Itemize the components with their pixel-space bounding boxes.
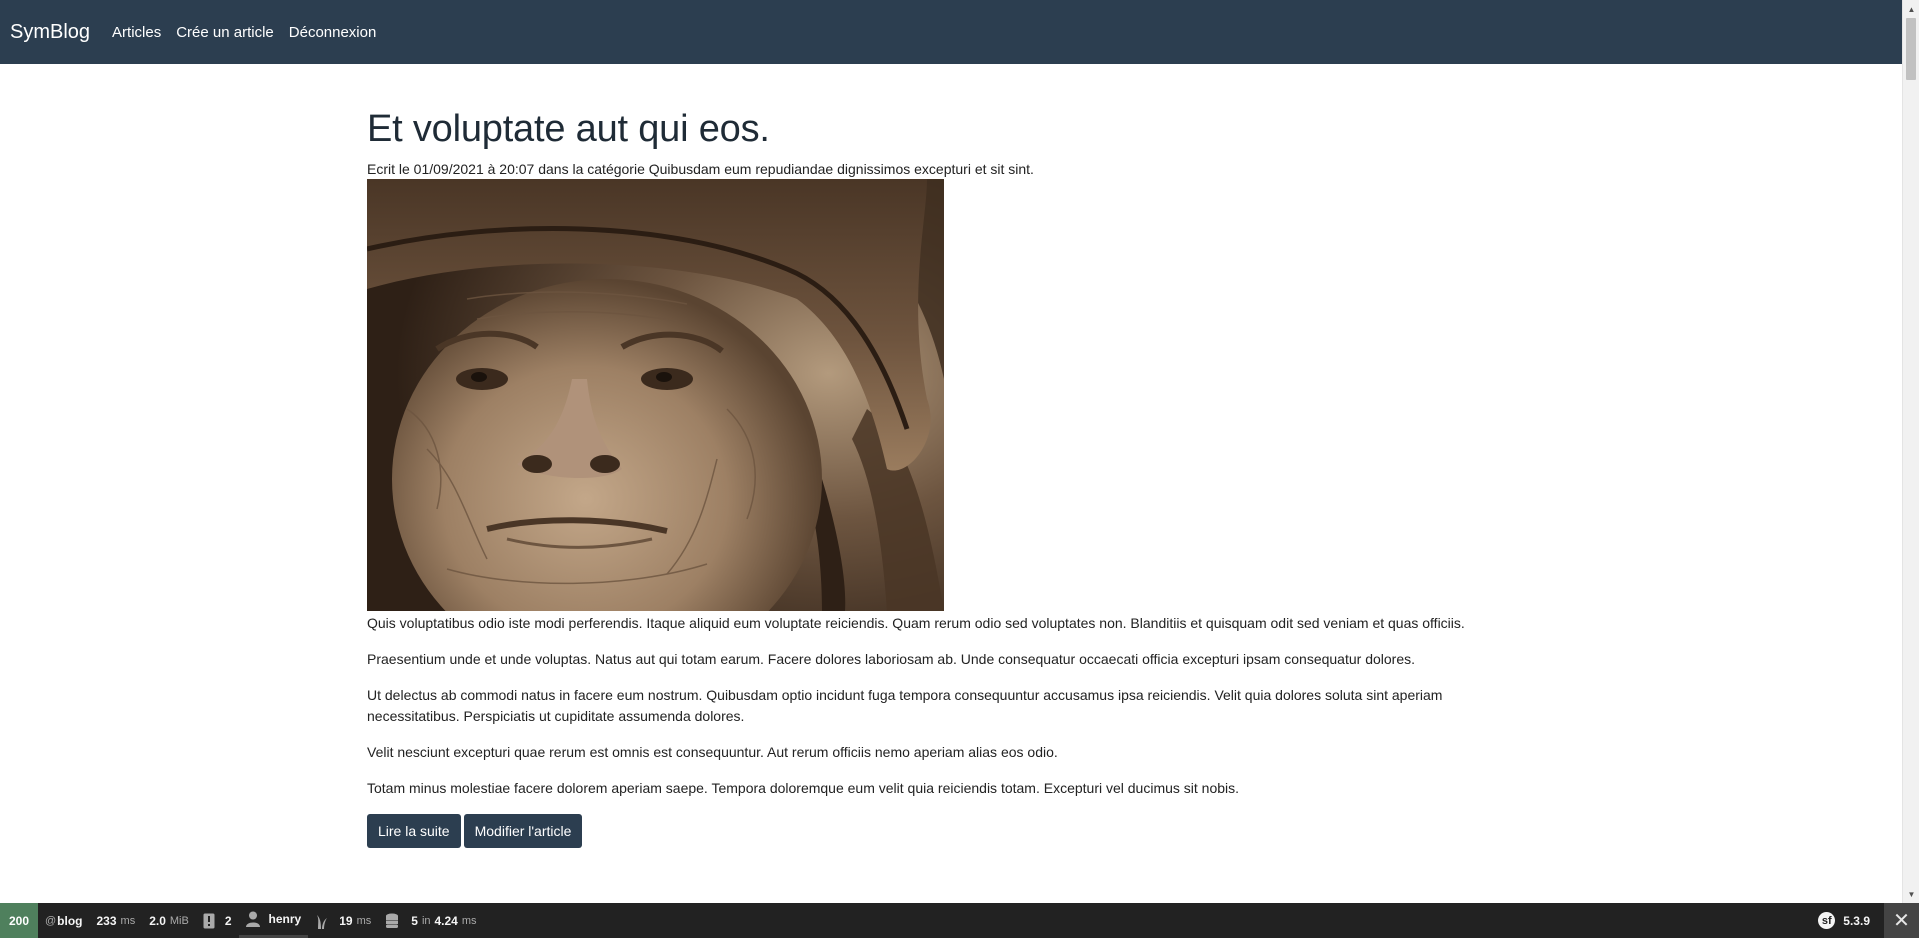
article-image <box>367 179 944 611</box>
memory-unit: MiB <box>169 914 189 927</box>
brand-link[interactable]: SymBlog <box>10 21 90 44</box>
edit-article-button[interactable]: Modifier l'article <box>463 814 583 848</box>
route-block[interactable]: @ blog <box>38 903 90 938</box>
debug-toolbar-right: sf 5.3.9 ✕ <box>1804 903 1919 938</box>
user-block[interactable]: henry <box>238 903 309 938</box>
time-block[interactable]: 233 ms <box>90 903 143 938</box>
symfony-version: 5.3.9 <box>1843 913 1870 928</box>
time-unit: ms <box>120 914 136 927</box>
db-time-unit: ms <box>461 914 477 927</box>
article-paragraph: Praesentium unde et unde voluptas. Natus… <box>367 651 1416 667</box>
route-prefix: @ <box>45 914 57 927</box>
close-icon[interactable]: ✕ <box>1884 903 1919 938</box>
logs-count: 2 <box>224 913 232 928</box>
memory-block[interactable]: 2.0 MiB <box>142 903 196 938</box>
user-name: henry <box>268 912 302 926</box>
symfony-version-block[interactable]: sf 5.3.9 <box>1804 912 1884 929</box>
logs-icon <box>203 913 215 929</box>
article-paragraph: Quis voluptatibus odio iste modi perfere… <box>367 615 1465 631</box>
database-block[interactable]: 5 in 4.24 ms <box>378 903 483 938</box>
article-title: Et voluptate aut qui eos. <box>367 108 770 150</box>
db-in-label: in <box>421 914 431 927</box>
article-paragraph: Velit nesciunt excepturi quae rerum est … <box>367 744 1058 760</box>
memory-value: 2.0 <box>149 913 166 928</box>
article-actions: Lire la suite Modifier l'article <box>367 814 1487 848</box>
status-code-badge[interactable]: 200 <box>0 903 38 938</box>
article-paragraph: Ut delectus ab commodi natus in facere e… <box>367 687 1443 724</box>
nav-link-articles[interactable]: Articles <box>112 24 161 41</box>
debug-toolbar: 200 @ blog 233 ms 2.0 MiB 2 henry 19 ms … <box>0 903 1919 938</box>
symfony-logo-icon: sf <box>1818 912 1836 929</box>
user-icon <box>245 911 260 927</box>
navbar: SymBlog Articles Crée un article Déconne… <box>0 0 1902 64</box>
route-name: blog <box>57 913 83 928</box>
twig-block[interactable]: 19 ms <box>308 903 378 938</box>
time-value: 233 <box>96 913 117 928</box>
scrollbar-thumb[interactable] <box>1906 18 1916 80</box>
vertical-scrollbar[interactable]: ▲ ▼ <box>1902 0 1919 903</box>
article: Et voluptate aut qui eos. Ecrit le 01/09… <box>367 98 1487 848</box>
twig-time-unit: ms <box>356 914 372 927</box>
scroll-down-arrow-icon[interactable]: ▼ <box>1903 887 1919 901</box>
article-paragraph: Totam minus molestiae facere dolorem ape… <box>367 780 1240 796</box>
database-icon <box>385 913 399 929</box>
db-query-count: 5 <box>411 913 418 928</box>
logs-block[interactable]: 2 <box>196 903 239 938</box>
twig-time-value: 19 <box>339 913 353 928</box>
article-meta: Ecrit le 01/09/2021 à 20:07 dans la caté… <box>367 161 1034 177</box>
db-time-value: 4.24 <box>434 913 458 928</box>
read-more-button[interactable]: Lire la suite <box>367 814 461 848</box>
nav-link-create-article[interactable]: Crée un article <box>176 24 274 41</box>
twig-icon <box>315 913 329 929</box>
scroll-up-arrow-icon[interactable]: ▲ <box>1903 2 1919 16</box>
nav-link-logout[interactable]: Déconnexion <box>289 24 377 41</box>
